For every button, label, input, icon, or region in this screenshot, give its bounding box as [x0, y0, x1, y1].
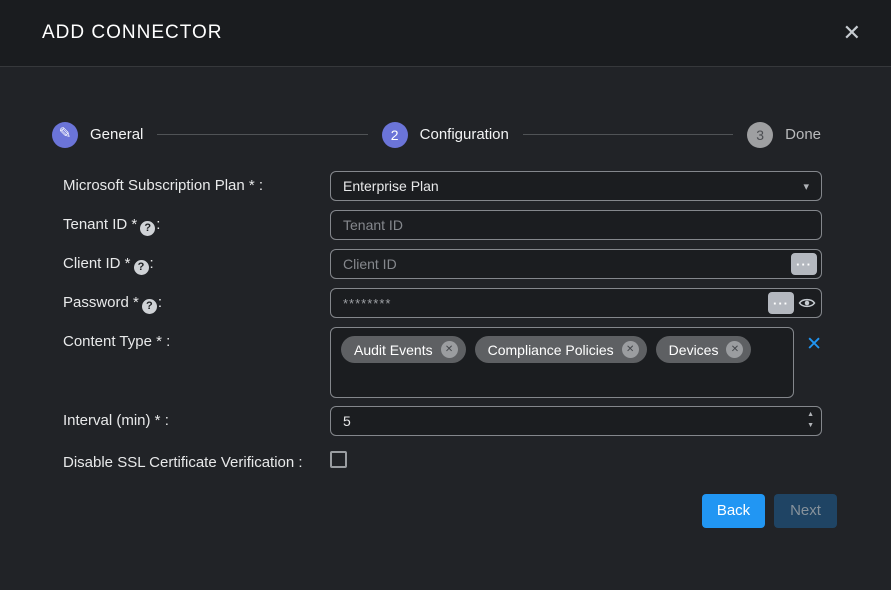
step-general-circle[interactable]: ✎	[52, 122, 78, 148]
step-configuration-label: Configuration	[420, 126, 509, 143]
ssl-verification-checkbox[interactable]	[330, 451, 347, 468]
step-done-circle: 3	[747, 122, 773, 148]
subscription-plan-select[interactable]: Enterprise Plan ▾	[330, 171, 822, 201]
content-type-tag[interactable]: Audit Events✕	[341, 336, 466, 363]
interval-row: Interval (min) * : ▲ ▼	[63, 406, 822, 436]
password-input[interactable]: ********	[330, 288, 822, 318]
spinner-down-icon[interactable]: ▼	[807, 420, 814, 431]
content-type-multiselect[interactable]: Audit Events✕ Compliance Policies✕ Devic…	[330, 327, 794, 398]
step-done-number: 3	[756, 127, 764, 143]
clear-all-icon[interactable]: ✕	[806, 335, 822, 354]
stepper-line	[157, 134, 367, 135]
content-type-label: Content Type * :	[63, 327, 330, 352]
step-done-label: Done	[785, 126, 821, 143]
interval-label: Interval (min) * :	[63, 406, 330, 431]
subscription-plan-label: Microsoft Subscription Plan * :	[63, 171, 330, 196]
close-icon[interactable]: ✕	[843, 22, 861, 44]
password-label: Password *?:	[63, 288, 330, 314]
next-button[interactable]: Next	[774, 494, 837, 528]
content-type-tag[interactable]: Devices✕	[656, 336, 752, 363]
dialog-header: ADD CONNECTOR ✕	[0, 0, 891, 67]
step-configuration-number: 2	[391, 127, 399, 143]
tenant-id-row: Tenant ID *?:	[63, 210, 822, 240]
back-button[interactable]: Back	[702, 494, 765, 528]
help-icon[interactable]: ?	[140, 221, 155, 236]
client-id-lookup-button[interactable]: ···	[791, 253, 817, 275]
pencil-icon: ✎	[59, 126, 72, 141]
configuration-form: Microsoft Subscription Plan * : Enterpri…	[0, 171, 891, 473]
tag-remove-icon[interactable]: ✕	[726, 341, 743, 358]
client-id-label: Client ID *?:	[63, 249, 330, 275]
subscription-plan-row: Microsoft Subscription Plan * : Enterpri…	[63, 171, 822, 201]
dialog-footer: Back Next	[0, 482, 891, 528]
interval-input[interactable]	[330, 406, 822, 436]
stepper-line	[523, 134, 733, 135]
tenant-id-label: Tenant ID *?:	[63, 210, 330, 236]
spinner-up-icon[interactable]: ▲	[807, 409, 814, 420]
help-icon[interactable]: ?	[134, 260, 149, 275]
client-id-row: Client ID *?: ···	[63, 249, 822, 279]
tag-remove-icon[interactable]: ✕	[441, 341, 458, 358]
chevron-down-icon: ▾	[803, 180, 809, 193]
eye-icon[interactable]	[798, 295, 816, 311]
step-configuration-circle[interactable]: 2	[382, 122, 408, 148]
subscription-plan-value: Enterprise Plan	[343, 178, 439, 194]
step-general-label: General	[90, 126, 143, 143]
tenant-id-input[interactable]	[330, 210, 822, 240]
number-stepper[interactable]: ▲ ▼	[807, 409, 814, 431]
dialog-title: ADD CONNECTOR	[42, 22, 223, 44]
ssl-verification-label: Disable SSL Certificate Verification :	[63, 448, 330, 473]
wizard-stepper: ✎ General 2 Configuration 3 Done	[52, 121, 821, 148]
password-lookup-button[interactable]: ···	[768, 292, 794, 314]
password-row: Password *?: ******** ···	[63, 288, 822, 318]
client-id-input[interactable]	[330, 249, 822, 279]
tag-remove-icon[interactable]: ✕	[622, 341, 639, 358]
help-icon[interactable]: ?	[142, 299, 157, 314]
ssl-verification-row: Disable SSL Certificate Verification :	[63, 448, 822, 473]
password-masked-value: ********	[343, 296, 391, 311]
content-type-tag[interactable]: Compliance Policies✕	[475, 336, 647, 363]
content-type-row: Content Type * : Audit Events✕ Complianc…	[63, 327, 822, 398]
